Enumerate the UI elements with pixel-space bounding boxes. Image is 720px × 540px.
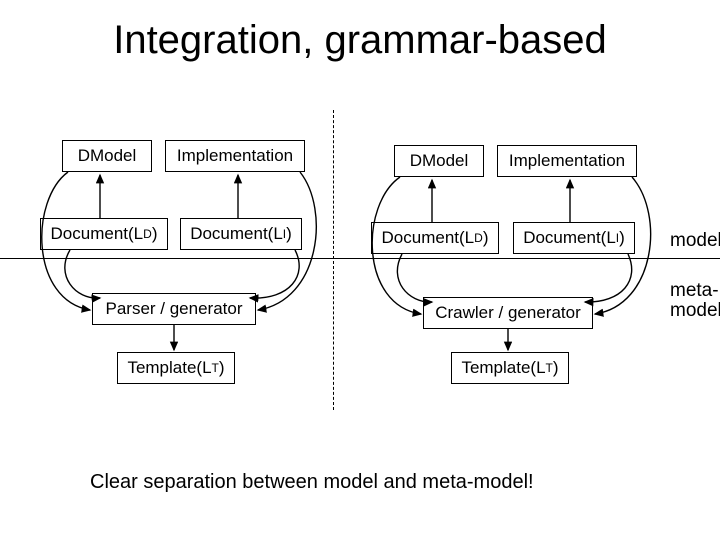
left-doci-post: ) (286, 224, 292, 244)
left-impl-label: Implementation (177, 146, 293, 166)
right-docd-sub: D (474, 231, 483, 245)
label-model: model (670, 230, 720, 252)
vertical-dashed-divider (333, 110, 334, 410)
left-docd-sub: D (143, 227, 152, 241)
label-metamodel-line2: model (670, 300, 720, 322)
right-template-box: Template(LT) (451, 352, 569, 384)
right-tmpl-sub: T (546, 361, 553, 375)
label-metamodel-line1: meta- (670, 280, 719, 302)
left-docd-box: Document(LD) (40, 218, 168, 250)
left-tmpl-sub: T (212, 361, 219, 375)
right-impl-box: Implementation (497, 145, 637, 177)
right-doci-pre: Document(L (523, 228, 616, 248)
left-doci-box: Document(LI) (180, 218, 302, 250)
page-title: Integration, grammar-based (0, 18, 720, 63)
left-docd-post: ) (152, 224, 158, 244)
left-tmpl-post: ) (219, 358, 225, 378)
right-docd-box: Document(LD) (371, 222, 499, 254)
right-doci-box: Document(LI) (513, 222, 635, 254)
right-docd-pre: Document(L (382, 228, 475, 248)
right-crawler-box: Crawler / generator (423, 297, 593, 329)
right-doci-post: ) (619, 228, 625, 248)
right-dmodel-box: DModel (394, 145, 484, 177)
horizontal-rule (0, 258, 720, 259)
right-impl-label: Implementation (509, 151, 625, 171)
left-parser-label: Parser / generator (105, 299, 242, 319)
left-dmodel-label: DModel (78, 146, 137, 166)
right-dmodel-label: DModel (410, 151, 469, 171)
left-impl-box: Implementation (165, 140, 305, 172)
right-docd-post: ) (483, 228, 489, 248)
left-doci-pre: Document(L (190, 224, 283, 244)
left-tmpl-pre: Template(L (127, 358, 211, 378)
left-dmodel-box: DModel (62, 140, 152, 172)
footer-text: Clear separation between model and meta-… (90, 471, 534, 494)
right-tmpl-post: ) (553, 358, 559, 378)
right-tmpl-pre: Template(L (461, 358, 545, 378)
arrows-layer (0, 0, 720, 540)
right-crawler-label: Crawler / generator (435, 303, 581, 323)
left-docd-pre: Document(L (51, 224, 144, 244)
left-parser-box: Parser / generator (92, 293, 256, 325)
left-template-box: Template(LT) (117, 352, 235, 384)
